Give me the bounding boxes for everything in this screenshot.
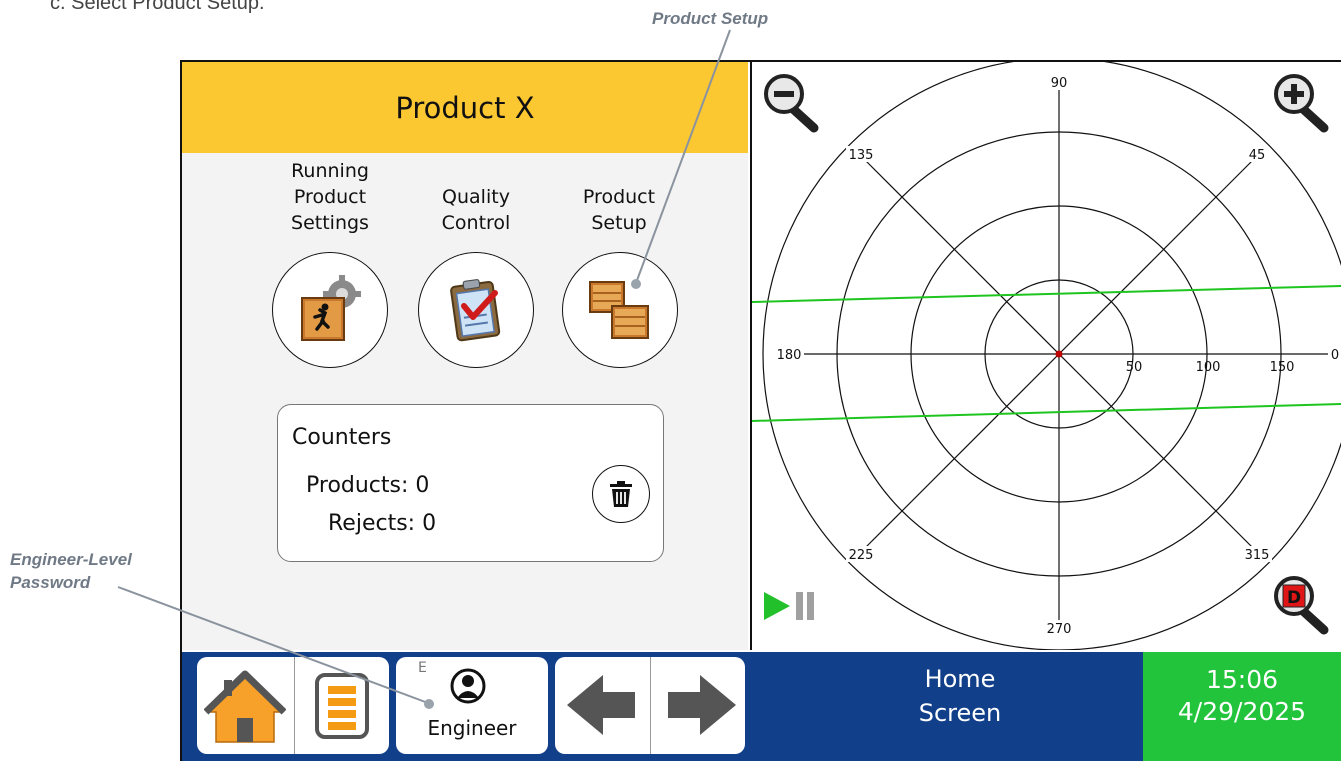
radius-label-50: 50 (1126, 360, 1143, 375)
back-button[interactable] (565, 672, 639, 738)
screen-title: Home Screen (918, 665, 1002, 727)
play-icon[interactable] (764, 592, 790, 620)
user-level-letter: E (418, 660, 427, 676)
instruction-text: c. Select Product Setup. (50, 0, 265, 14)
angle-label-225: 225 (849, 548, 874, 563)
center-point (1055, 350, 1063, 358)
signal-line-upper (752, 285, 1341, 303)
product-setup-button[interactable] (562, 252, 678, 368)
callout-engineer-password-line1: Engineer-Level (10, 550, 132, 569)
rejects-counter: Rejects: 0 (328, 511, 437, 536)
products-counter: Products: 0 (306, 473, 430, 498)
angle-label-270: 270 (1047, 622, 1072, 637)
home-button[interactable] (204, 668, 286, 744)
forward-button[interactable] (664, 672, 738, 738)
menu-list-icon (315, 673, 369, 739)
running-settings-icon (301, 275, 361, 341)
home-icon (204, 670, 286, 743)
right-arrow-icon (668, 675, 736, 735)
running-settings-label: Running Product Settings (291, 160, 369, 234)
zoom-in-icon[interactable] (1272, 72, 1341, 134)
polar-plot: 90 45 135 180 0 225 270 315 50 100 150 (752, 62, 1341, 650)
quality-control-icon (450, 279, 501, 342)
play-pause-control[interactable] (762, 588, 832, 624)
quality-control-button[interactable] (418, 252, 534, 368)
angle-label-0: 0 (1331, 348, 1339, 363)
product-name: Product X (395, 90, 535, 125)
clock-date: 4/29/2025 (1177, 697, 1307, 726)
angle-label-315: 315 (1245, 548, 1270, 563)
zoom-out-icon[interactable] (762, 72, 832, 134)
quality-control-label: Quality Control (441, 186, 511, 234)
menu-button[interactable] (314, 672, 370, 740)
zoom-default-icon[interactable]: D (1272, 574, 1341, 638)
product-header: Product X (182, 62, 748, 153)
angle-label-90: 90 (1051, 76, 1068, 91)
running-settings-button[interactable] (272, 252, 388, 368)
user-name: Engineer (427, 716, 517, 740)
datetime-display: 15:06 4/29/2025 (1143, 652, 1341, 761)
angle-label-45: 45 (1249, 148, 1266, 163)
zoom-default-letter: D (1287, 588, 1301, 608)
user-icon (450, 668, 486, 704)
reset-counters-button[interactable] (592, 465, 650, 523)
angle-label-180: 180 (777, 348, 802, 363)
product-setup-label: Product Setup (582, 186, 656, 234)
radius-label-150: 150 (1270, 360, 1295, 375)
clock-time: 15:06 (1205, 665, 1279, 694)
callout-engineer-password-line2: Password (10, 573, 91, 592)
trash-icon (610, 481, 632, 507)
angle-label-135: 135 (849, 148, 874, 163)
callout-product-setup: Product Setup (652, 9, 769, 28)
signal-line-lower (752, 403, 1341, 422)
polar-plot-panel: 90 45 135 180 0 225 270 315 50 100 150 D (750, 62, 1341, 650)
left-arrow-icon (567, 675, 635, 735)
radius-label-100: 100 (1196, 360, 1221, 375)
product-setup-icon (589, 281, 649, 339)
counters-title: Counters (292, 425, 392, 450)
pause-icon[interactable] (796, 592, 803, 620)
